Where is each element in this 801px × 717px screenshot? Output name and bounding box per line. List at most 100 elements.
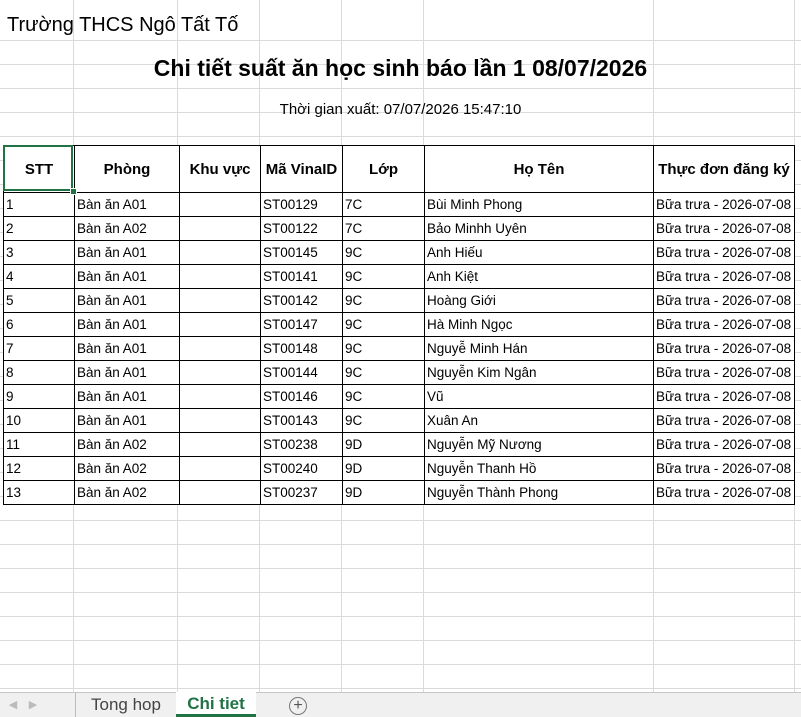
cell-thuc-don[interactable]: Bữa trưa - 2026-07-08 xyxy=(653,216,795,241)
cell-lop[interactable]: 9C xyxy=(342,336,425,361)
cell-khu-vuc[interactable] xyxy=(179,288,261,313)
cell-ho-ten[interactable]: Anh Hiếu xyxy=(424,240,654,265)
cell-lop[interactable]: 9D xyxy=(342,456,425,481)
header-stt[interactable]: STT xyxy=(3,145,75,193)
cell-lop[interactable]: 9C xyxy=(342,312,425,337)
cell-lop[interactable]: 9C xyxy=(342,264,425,289)
cell-thuc-don[interactable]: Bữa trưa - 2026-07-08 xyxy=(653,288,795,313)
cell-ho-ten[interactable]: Nguyễn Kim Ngân xyxy=(424,360,654,385)
cell-stt[interactable]: 2 xyxy=(3,216,75,241)
cell-phong[interactable]: Bàn ăn A01 xyxy=(74,360,180,385)
cell-stt[interactable]: 5 xyxy=(3,288,75,313)
cell-stt[interactable]: 10 xyxy=(3,408,75,433)
cell-stt[interactable]: 4 xyxy=(3,264,75,289)
cell-ma-vinaid[interactable]: ST00148 xyxy=(260,336,343,361)
header-phong[interactable]: Phòng xyxy=(74,145,180,193)
cell-phong[interactable]: Bàn ăn A01 xyxy=(74,264,180,289)
chevron-left-icon[interactable]: ◀ xyxy=(4,696,22,714)
cell-khu-vuc[interactable] xyxy=(179,384,261,409)
cell-thuc-don[interactable]: Bữa trưa - 2026-07-08 xyxy=(653,264,795,289)
tab-tong-hop[interactable]: Tong hop xyxy=(75,693,177,717)
cell-phong[interactable]: Bàn ăn A02 xyxy=(74,480,180,505)
cell-ho-ten[interactable]: Nguyễn Thanh Hồ xyxy=(424,456,654,481)
cell-ma-vinaid[interactable]: ST00237 xyxy=(260,480,343,505)
cell-khu-vuc[interactable] xyxy=(179,480,261,505)
cell-phong[interactable]: Bàn ăn A01 xyxy=(74,384,180,409)
header-lop[interactable]: Lớp xyxy=(342,145,425,193)
cell-stt[interactable]: 1 xyxy=(3,192,75,217)
cell-stt[interactable]: 8 xyxy=(3,360,75,385)
cell-ma-vinaid[interactable]: ST00142 xyxy=(260,288,343,313)
cell-thuc-don[interactable]: Bữa trưa - 2026-07-08 xyxy=(653,336,795,361)
cell-thuc-don[interactable]: Bữa trưa - 2026-07-08 xyxy=(653,432,795,457)
cell-khu-vuc[interactable] xyxy=(179,336,261,361)
cell-ma-vinaid[interactable]: ST00145 xyxy=(260,240,343,265)
cell-thuc-don[interactable]: Bữa trưa - 2026-07-08 xyxy=(653,240,795,265)
cell-thuc-don[interactable]: Bữa trưa - 2026-07-08 xyxy=(653,456,795,481)
cell-ma-vinaid[interactable]: ST00238 xyxy=(260,432,343,457)
cell-thuc-don[interactable]: Bữa trưa - 2026-07-08 xyxy=(653,408,795,433)
cell-stt[interactable]: 3 xyxy=(3,240,75,265)
cell-khu-vuc[interactable] xyxy=(179,240,261,265)
cell-phong[interactable]: Bàn ăn A01 xyxy=(74,312,180,337)
cell-lop[interactable]: 7C xyxy=(342,192,425,217)
cell-ma-vinaid[interactable]: ST00143 xyxy=(260,408,343,433)
header-thuc-don[interactable]: Thực đơn đăng ký xyxy=(653,145,795,193)
cell-phong[interactable]: Bàn ăn A01 xyxy=(74,240,180,265)
cell-thuc-don[interactable]: Bữa trưa - 2026-07-08 xyxy=(653,480,795,505)
cell-khu-vuc[interactable] xyxy=(179,432,261,457)
cell-ma-vinaid[interactable]: ST00144 xyxy=(260,360,343,385)
cell-ho-ten[interactable]: Hoàng Giới xyxy=(424,288,654,313)
cell-lop[interactable]: 9C xyxy=(342,408,425,433)
cell-khu-vuc[interactable] xyxy=(179,192,261,217)
cell-phong[interactable]: Bàn ăn A01 xyxy=(74,288,180,313)
cell-ho-ten[interactable]: Nguyễn Mỹ Nương xyxy=(424,432,654,457)
cell-ho-ten[interactable]: Nguyễn Thành Phong xyxy=(424,480,654,505)
cell-ho-ten[interactable]: Bùi Minh Phong xyxy=(424,192,654,217)
tab-chi-tiet[interactable]: Chi tiet xyxy=(176,692,256,717)
cell-lop[interactable]: 9C xyxy=(342,288,425,313)
cell-khu-vuc[interactable] xyxy=(179,408,261,433)
cell-thuc-don[interactable]: Bữa trưa - 2026-07-08 xyxy=(653,360,795,385)
cell-lop[interactable]: 9C xyxy=(342,384,425,409)
cell-ho-ten[interactable]: Xuân An xyxy=(424,408,654,433)
cell-khu-vuc[interactable] xyxy=(179,264,261,289)
cell-ho-ten[interactable]: Bảo Minhh Uyên xyxy=(424,216,654,241)
cell-khu-vuc[interactable] xyxy=(179,312,261,337)
cell-ma-vinaid[interactable]: ST00240 xyxy=(260,456,343,481)
cell-stt[interactable]: 13 xyxy=(3,480,75,505)
cell-lop[interactable]: 9C xyxy=(342,360,425,385)
cell-khu-vuc[interactable] xyxy=(179,216,261,241)
cell-stt[interactable]: 7 xyxy=(3,336,75,361)
cell-ma-vinaid[interactable]: ST00146 xyxy=(260,384,343,409)
cell-ho-ten[interactable]: Hà Minh Ngọc xyxy=(424,312,654,337)
cell-lop[interactable]: 9D xyxy=(342,432,425,457)
cell-lop[interactable]: 9C xyxy=(342,240,425,265)
cell-thuc-don[interactable]: Bữa trưa - 2026-07-08 xyxy=(653,384,795,409)
cell-ma-vinaid[interactable]: ST00141 xyxy=(260,264,343,289)
cell-khu-vuc[interactable] xyxy=(179,360,261,385)
header-khu-vuc[interactable]: Khu vực xyxy=(179,145,261,193)
cell-phong[interactable]: Bàn ăn A02 xyxy=(74,432,180,457)
spreadsheet-area[interactable]: Trường THCS Ngô Tất Tố Chi tiết suất ăn … xyxy=(0,0,801,692)
chevron-right-icon[interactable]: ▶ xyxy=(24,696,42,714)
cell-ho-ten[interactable]: Anh Kiệt xyxy=(424,264,654,289)
report-title-cell[interactable]: Chi tiết suất ăn học sinh báo lần 1 08/0… xyxy=(0,55,801,82)
cell-stt[interactable]: 9 xyxy=(3,384,75,409)
cell-ho-ten[interactable]: Vũ xyxy=(424,384,654,409)
cell-ho-ten[interactable]: Nguyễ Minh Hán xyxy=(424,336,654,361)
cell-phong[interactable]: Bàn ăn A01 xyxy=(74,192,180,217)
cell-phong[interactable]: Bàn ăn A01 xyxy=(74,336,180,361)
school-name-cell[interactable]: Trường THCS Ngô Tất Tố xyxy=(7,14,238,37)
header-ho-ten[interactable]: Họ Tên xyxy=(424,145,654,193)
cell-phong[interactable]: Bàn ăn A02 xyxy=(74,456,180,481)
cell-stt[interactable]: 11 xyxy=(3,432,75,457)
cell-phong[interactable]: Bàn ăn A01 xyxy=(74,408,180,433)
plus-circle-icon[interactable]: + xyxy=(289,697,307,715)
cell-khu-vuc[interactable] xyxy=(179,456,261,481)
cell-thuc-don[interactable]: Bữa trưa - 2026-07-08 xyxy=(653,312,795,337)
cell-ma-vinaid[interactable]: ST00122 xyxy=(260,216,343,241)
cell-stt[interactable]: 12 xyxy=(3,456,75,481)
cell-ma-vinaid[interactable]: ST00147 xyxy=(260,312,343,337)
cell-phong[interactable]: Bàn ăn A02 xyxy=(74,216,180,241)
